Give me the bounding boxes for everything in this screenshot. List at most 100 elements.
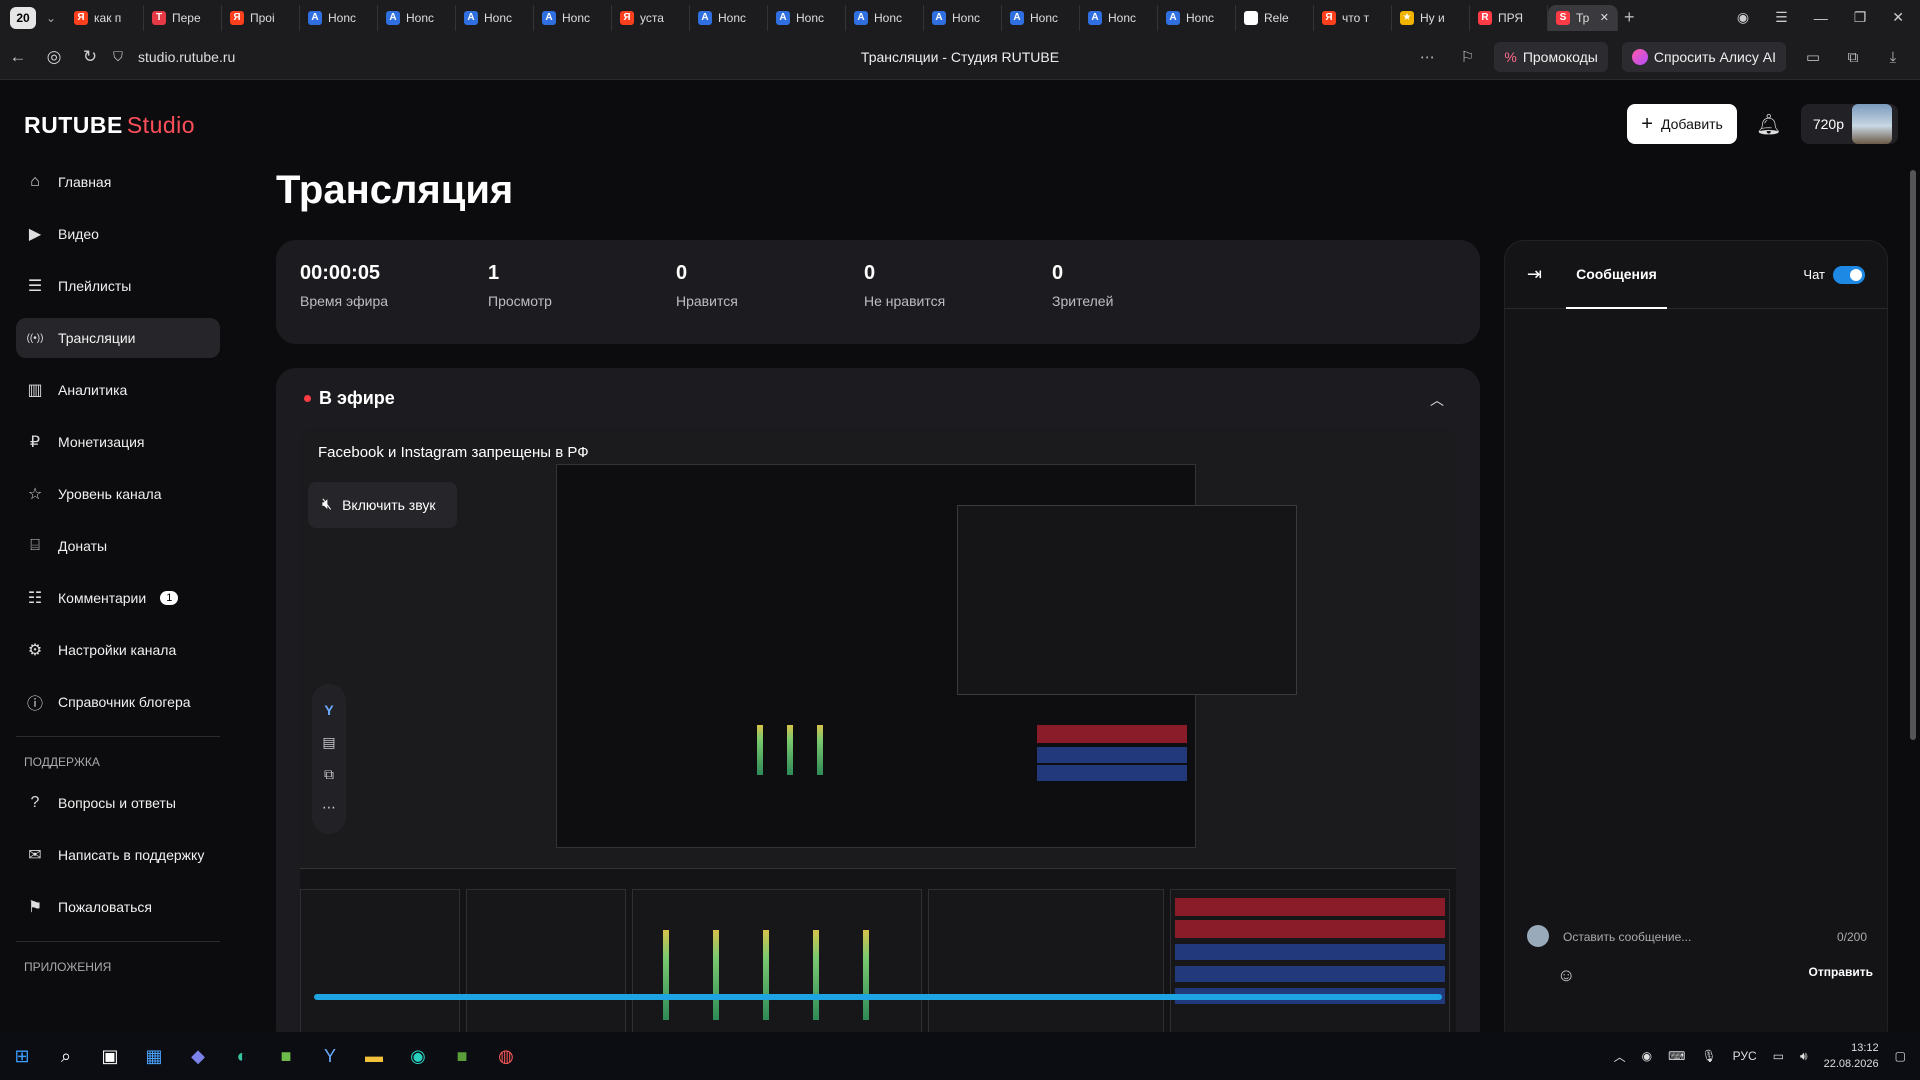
- browser-tab[interactable]: Ячто т: [1314, 4, 1392, 31]
- sidebar-item[interactable]: ☷ Комментарии 1: [16, 578, 220, 618]
- sidebar-item[interactable]: ▥ Аналитика: [16, 370, 220, 410]
- browser-tab[interactable]: A Honc: [1002, 4, 1080, 31]
- sidebar-item[interactable]: ⚙ Настройки канала: [16, 630, 220, 670]
- add-button[interactable]: + Добавить: [1627, 104, 1737, 144]
- browser-tab[interactable]: Якак п: [66, 4, 144, 31]
- back-icon[interactable]: ←: [0, 47, 36, 67]
- video-player[interactable]: Facebook и Instagram запрещены в РФ 🔇︎ Вк…: [300, 428, 1456, 1048]
- bell-icon[interactable]: 🔔︎: [1749, 112, 1789, 137]
- download-icon[interactable]: ⤓: [1880, 49, 1906, 66]
- browser-tab[interactable]: ★ Ну и: [1392, 4, 1470, 31]
- close-window-button[interactable]: ✕: [1892, 9, 1904, 26]
- display-icon[interactable]: ▭: [1773, 1049, 1784, 1063]
- sidebar-item-label: Монетизация: [58, 434, 145, 450]
- page-scrollbar[interactable]: [1910, 170, 1916, 740]
- windows-start-icon[interactable]: ⊞: [0, 1032, 44, 1080]
- sidebar-item[interactable]: ▶ Видео: [16, 214, 220, 254]
- profile-icon[interactable]: ◉: [1737, 9, 1749, 26]
- alice-button[interactable]: Спросить Алису AI: [1621, 42, 1786, 72]
- reload-icon[interactable]: ↻: [72, 47, 108, 67]
- browser-tab[interactable]: A Honc: [456, 4, 534, 31]
- browser-tab[interactable]: T Пере: [144, 4, 222, 31]
- sidebar-item[interactable]: ⌂ Главная: [16, 162, 220, 202]
- task-view-icon[interactable]: ▣: [88, 1032, 132, 1080]
- browser-tab[interactable]: R ПРЯ: [1470, 4, 1548, 31]
- sidebar-item[interactable]: ⓘ Справочник блогера: [16, 682, 220, 722]
- app-icon[interactable]: ◍: [484, 1032, 528, 1080]
- browser-tab[interactable]: S Тр ✕: [1548, 4, 1618, 31]
- collapse-chat-icon[interactable]: ⇥: [1527, 264, 1542, 285]
- new-tab-button[interactable]: +: [1624, 7, 1635, 28]
- browser-tab[interactable]: Я Проі: [222, 4, 300, 31]
- tab-label: Honc: [952, 10, 981, 25]
- lock-icon[interactable]: ⛉: [108, 49, 128, 65]
- sidebar-item[interactable]: ⌸ Донаты: [16, 526, 220, 566]
- minimize-button[interactable]: —: [1814, 10, 1828, 26]
- explorer-icon[interactable]: ▬: [352, 1032, 396, 1080]
- browser-tab[interactable]: A Honc: [1158, 4, 1236, 31]
- url-field[interactable]: studio.rutube.ru: [138, 49, 235, 65]
- sidebar-item[interactable]: ☰ Плейлисты: [16, 266, 220, 306]
- edge-icon[interactable]: ◐: [220, 1032, 264, 1080]
- browser-tab[interactable]: A Honc: [300, 4, 378, 31]
- widgets-icon[interactable]: ▦: [132, 1032, 176, 1080]
- collections-icon[interactable]: ⧉: [1840, 49, 1866, 66]
- more-icon[interactable]: ⋯: [322, 799, 336, 816]
- search-icon[interactable]: ⌕: [44, 1032, 88, 1080]
- close-tab-icon[interactable]: ✕: [1600, 11, 1609, 24]
- network-app-icon[interactable]: ◉: [1642, 1049, 1652, 1063]
- minecraft-icon[interactable]: ■: [264, 1032, 308, 1080]
- sidebar-item[interactable]: ☆ Уровень канала: [16, 474, 220, 514]
- tab-count-badge[interactable]: 20: [10, 6, 36, 29]
- browser-tab[interactable]: A Honc: [924, 4, 1002, 31]
- tab-messages[interactable]: Сообщения: [1566, 241, 1667, 309]
- sidebar-item[interactable]: ? Вопросы и ответы: [16, 783, 220, 823]
- chat-toggle[interactable]: [1833, 265, 1865, 284]
- pip-icon[interactable]: ⧉: [324, 766, 334, 783]
- mail-icon: ✉: [28, 847, 42, 864]
- cast-icon[interactable]: ▭: [1800, 48, 1826, 66]
- bookmark-icon[interactable]: ⚐: [1454, 48, 1480, 66]
- rutube-studio-logo[interactable]: RUTUBE Studio: [24, 112, 195, 139]
- restore-button[interactable]: ❐: [1854, 9, 1867, 26]
- chevron-up-icon[interactable]: ︿: [1614, 1048, 1626, 1065]
- keyboard-icon[interactable]: ⌨: [1668, 1049, 1685, 1063]
- language-indicator[interactable]: РУС: [1733, 1049, 1757, 1063]
- favicon-icon: S: [1556, 10, 1570, 25]
- favicon-icon: A: [542, 10, 556, 25]
- browser-tab[interactable]: A Honc: [1080, 4, 1158, 31]
- subtitles-icon[interactable]: ▤: [322, 734, 335, 751]
- yandex-icon[interactable]: Y: [324, 702, 333, 718]
- browser-tab[interactable]: A Honc: [690, 4, 768, 31]
- browser-tab[interactable]: ● Rele: [1236, 4, 1314, 31]
- browser-tab[interactable]: A Honc: [768, 4, 846, 31]
- sidebar-item[interactable]: ₽ Монетизация: [16, 422, 220, 462]
- progress-bar[interactable]: [314, 994, 1442, 1000]
- notifications-icon[interactable]: ▢: [1895, 1049, 1906, 1063]
- message-input[interactable]: Оставить сообщение... 0/200: [1563, 919, 1881, 955]
- browser-tab[interactable]: A Honc: [534, 4, 612, 31]
- emoji-icon[interactable]: ☺: [1557, 965, 1575, 986]
- chevron-up-icon[interactable]: ︿: [1430, 390, 1444, 410]
- send-button[interactable]: Отправить: [1809, 965, 1873, 979]
- teams-icon[interactable]: ◆: [176, 1032, 220, 1080]
- promo-button[interactable]: % Промокоды: [1494, 42, 1608, 72]
- browser-tab[interactable]: A Honc: [846, 4, 924, 31]
- chevron-down-icon[interactable]: ⌄: [40, 11, 62, 25]
- more-icon[interactable]: ⋯: [1414, 48, 1440, 66]
- sidebar-item[interactable]: ✉ Написать в поддержку: [16, 835, 220, 875]
- minecraft-icon[interactable]: ■: [440, 1032, 484, 1080]
- protect-icon[interactable]: ◎: [36, 47, 72, 67]
- unmute-button[interactable]: 🔇︎ Включить звук: [308, 482, 458, 528]
- microphone-icon[interactable]: 🎙︎: [1701, 1049, 1716, 1063]
- menu-icon[interactable]: ☰: [1775, 9, 1788, 26]
- browser-tab[interactable]: A Honc: [378, 4, 456, 31]
- app-icon[interactable]: ◉: [396, 1032, 440, 1080]
- sidebar-item[interactable]: ((•)) Трансляции: [16, 318, 220, 358]
- sidebar-item[interactable]: ⚑ Пожаловаться: [16, 887, 220, 927]
- yandex-browser-icon[interactable]: Y: [308, 1032, 352, 1080]
- browser-tab[interactable]: Яуста: [612, 4, 690, 31]
- profile-button[interactable]: 720p: [1800, 104, 1898, 144]
- clock[interactable]: 13:12 22.08.2026: [1824, 1040, 1879, 1072]
- volume-icon[interactable]: 🔊︎: [1800, 1049, 1808, 1064]
